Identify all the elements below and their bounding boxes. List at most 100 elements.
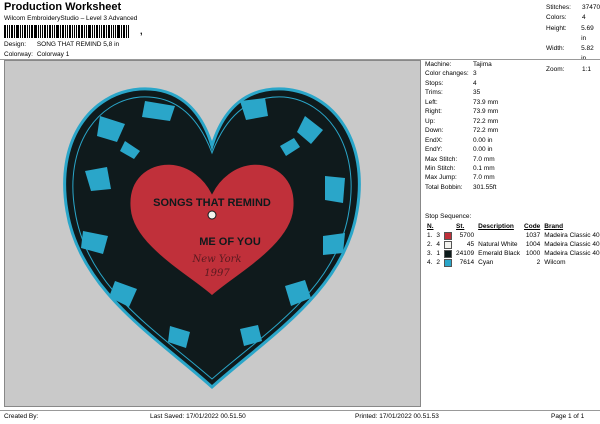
- barcode-bar: [47, 25, 48, 38]
- barcode-bar: [4, 25, 6, 38]
- info-value: 73.9 mm: [473, 98, 499, 106]
- colorway-value: Colorway 1: [36, 51, 70, 58]
- barcode-bar: [38, 25, 39, 38]
- barcode-bar: [67, 25, 68, 38]
- cell-code: 2: [536, 259, 541, 266]
- info-value: 7.0 mm: [473, 155, 495, 163]
- info-label: Color changes:: [425, 70, 469, 78]
- info-value: 0.1 mm: [473, 164, 495, 172]
- barcode-bar: [84, 25, 85, 38]
- worksheet-title: Production Worksheet: [4, 1, 122, 13]
- spindle-hole: [207, 210, 217, 220]
- barcode-bar: [60, 25, 61, 38]
- info-row: Down: 72.2 mm: [425, 126, 498, 135]
- info-label: Stops:: [425, 79, 444, 87]
- table-row: 3. 1 24109 Emerald Black 1000 Madeira Classic…: [425, 249, 600, 258]
- page-number: Page 1 of 1: [551, 413, 585, 420]
- info-row: Min Stitch: 0.1 mm: [425, 164, 498, 173]
- barcode-bar: [86, 25, 87, 38]
- table-row: 4. 2 7614 Cyan 2 Wilcom: [425, 258, 600, 267]
- info-row: EndX: 0.00 in: [425, 136, 498, 145]
- table-header: N. St. Description Code Brand: [427, 223, 564, 230]
- cell-idx: 1.: [427, 232, 433, 239]
- barcode-bar: [49, 25, 51, 38]
- cell-n: 2: [436, 259, 441, 266]
- barcode-bar: [115, 25, 116, 38]
- cell-n: 4: [436, 241, 441, 248]
- embroidery-design: SONGS THAT REMIND ME OF YOU New York 199…: [63, 87, 361, 389]
- info-row: Trims: 35: [425, 88, 498, 97]
- colorway-row: Colorway: Colorway 1: [4, 51, 69, 58]
- info-value: 3: [473, 70, 477, 78]
- info-label: Down:: [425, 127, 444, 135]
- color-swatch: [444, 249, 453, 258]
- design-text-line3: New York: [192, 254, 242, 265]
- stat-width: Width: 5.82 in: [546, 45, 594, 63]
- info-value: Tajima: [473, 61, 492, 68]
- barcode-bar: [121, 25, 122, 38]
- info-label: Min Stitch:: [425, 164, 456, 172]
- barcode-bar: [108, 25, 110, 38]
- cell-idx: 4.: [427, 259, 433, 266]
- barcode-bar: [40, 25, 41, 38]
- barcode-bar: [106, 25, 107, 38]
- barcode-bar: [27, 25, 28, 38]
- cell-brand: Wilcom: [544, 259, 566, 266]
- stop-sequence-table: N. St. Description Code Brand 1. 3 5700 103…: [425, 222, 600, 267]
- barcode-bar: [92, 25, 93, 38]
- footer-divider: [0, 410, 600, 411]
- stat-height: Height: 5.69 in: [546, 24, 594, 42]
- barcode-bar: [111, 25, 112, 38]
- barcode-bar: [44, 25, 46, 38]
- cell-st: 7614: [459, 259, 475, 266]
- machine-info: Machine: Tajima Color changes: 3 Stops: 4 Trim…: [425, 60, 498, 192]
- cell-desc: Emerald Black: [478, 250, 521, 257]
- info-row: Max Stitch: 7.0 mm: [425, 155, 498, 164]
- barcode: [4, 25, 138, 38]
- colorway-label: Colorway:: [4, 51, 33, 58]
- design-preview: SONGS THAT REMIND ME OF YOU New York 199…: [4, 60, 421, 407]
- info-label: Max Jump:: [425, 174, 457, 182]
- barcode-bar: [62, 25, 64, 38]
- barcode-bar: [117, 25, 120, 38]
- info-value: 7.0 mm: [473, 174, 495, 182]
- table-row: 2. 4 45 Natural White 1004 Madeira Classic 40: [425, 240, 600, 249]
- cell-desc: Natural White: [478, 241, 518, 248]
- barcode-bar: [81, 25, 83, 38]
- info-value: 4: [473, 79, 477, 87]
- barcode-bar: [16, 25, 19, 38]
- stats-panel: Stitches: 37470 Colors: 4 Height: 5.69 in W…: [546, 3, 600, 75]
- info-row: Stops: 4: [425, 79, 498, 88]
- table-row: 1. 3 5700 1037 Madeira Classic 40: [425, 231, 600, 240]
- barcode-bar: [29, 25, 30, 38]
- cell-n: 3: [436, 232, 441, 239]
- cell-st: 24109: [456, 250, 475, 257]
- cell-st: 5700: [459, 232, 475, 239]
- barcode-bar: [20, 25, 21, 38]
- barcode-bar: [126, 25, 127, 38]
- info-value: 73.9 mm: [473, 108, 499, 116]
- cell-code: 1004: [525, 241, 541, 248]
- barcode-bar: [11, 25, 13, 38]
- info-label: Right:: [425, 108, 442, 116]
- info-label: EndX:: [425, 136, 443, 144]
- barcode-bar: [94, 25, 95, 38]
- info-row: Up: 72.2 mm: [425, 117, 498, 126]
- info-value: 0.00 in: [473, 136, 493, 144]
- info-label: Trims:: [425, 89, 443, 97]
- barcode-bar: [113, 25, 114, 38]
- barcode-bar: [34, 25, 37, 38]
- barcode-bar: [52, 25, 53, 38]
- info-label: Machine:: [425, 61, 452, 68]
- barcode-mark: ,: [140, 26, 143, 36]
- barcode-bar: [96, 25, 98, 38]
- cell-st: 45: [466, 241, 475, 248]
- last-saved: Last Saved: 17/01/2022 00.51.50: [150, 413, 246, 420]
- design-text-line4: 1997: [204, 268, 230, 279]
- info-label: EndY:: [425, 146, 443, 154]
- barcode-bar: [123, 25, 125, 38]
- barcode-bar: [78, 25, 80, 38]
- info-row: Machine: Tajima: [425, 60, 498, 69]
- barcode-bar: [54, 25, 55, 38]
- barcode-bar: [31, 25, 33, 38]
